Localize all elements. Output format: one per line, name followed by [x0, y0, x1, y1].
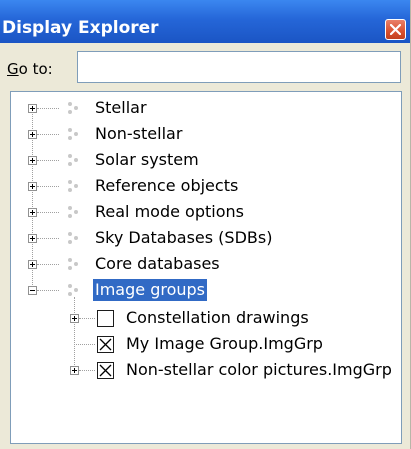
- star-cluster-icon: [68, 284, 78, 296]
- tree-item-label[interactable]: Sky Databases (SDBs): [93, 227, 274, 249]
- tree-item-stellar[interactable]: Stellar: [11, 95, 401, 121]
- star-cluster-icon: [68, 258, 78, 270]
- title-bar[interactable]: Display Explorer: [0, 0, 410, 43]
- expand-button[interactable]: [28, 130, 37, 139]
- visibility-checkbox[interactable]: [97, 362, 114, 379]
- tree-item-image-groups[interactable]: Image groups: [11, 277, 401, 303]
- tree-item-label[interactable]: Image groups: [93, 279, 207, 301]
- tree-item-solar-system[interactable]: Solar system: [11, 147, 401, 173]
- plus-box-icon: [30, 106, 35, 111]
- close-icon: [390, 24, 401, 35]
- expand-button[interactable]: [28, 182, 37, 191]
- plus-box-icon: [72, 316, 77, 321]
- tree-child-label[interactable]: Constellation drawings: [124, 307, 311, 329]
- checkmark-x-icon: [99, 364, 112, 377]
- tree-child-label[interactable]: My Image Group.ImgGrp: [124, 333, 325, 355]
- window-title: Display Explorer: [2, 18, 159, 38]
- goto-input[interactable]: [77, 51, 401, 83]
- tree-item-label[interactable]: Core databases: [93, 253, 222, 275]
- tree-child-my-image-group[interactable]: My Image Group.ImgGrp: [11, 331, 401, 357]
- star-cluster-icon: [68, 154, 78, 166]
- visibility-checkbox[interactable]: [97, 310, 114, 327]
- expand-button[interactable]: [28, 156, 37, 165]
- tree-child-label[interactable]: Non-stellar color pictures.ImgGrp: [124, 359, 394, 381]
- star-cluster-icon: [68, 128, 78, 140]
- star-cluster-icon: [68, 102, 78, 114]
- expand-button[interactable]: [70, 366, 79, 375]
- tree-item-label[interactable]: Reference objects: [93, 175, 240, 197]
- star-cluster-icon: [68, 232, 78, 244]
- tree-item-reference-objects[interactable]: Reference objects: [11, 173, 401, 199]
- tree-item-label[interactable]: Solar system: [93, 149, 201, 171]
- plus-box-icon: [72, 368, 77, 373]
- tree-child-constellation-drawings[interactable]: Constellation drawings: [11, 305, 401, 331]
- tree-item-label[interactable]: Non-stellar: [93, 123, 184, 145]
- tree-item-real-mode-options[interactable]: Real mode options: [11, 199, 401, 225]
- goto-label: Go to:: [7, 60, 53, 78]
- tree-item-label[interactable]: Stellar: [93, 97, 149, 119]
- expand-button[interactable]: [28, 208, 37, 217]
- tree-item-core-databases[interactable]: Core databases: [11, 251, 401, 277]
- collapse-button[interactable]: [28, 286, 37, 295]
- checkmark-x-icon: [99, 338, 112, 351]
- expand-button[interactable]: [28, 104, 37, 113]
- minus-box-icon: [30, 290, 35, 291]
- star-cluster-icon: [68, 206, 78, 218]
- tree-item-non-stellar[interactable]: Non-stellar: [11, 121, 401, 147]
- plus-box-icon: [30, 132, 35, 137]
- plus-box-icon: [30, 236, 35, 241]
- tree-item-label[interactable]: Real mode options: [93, 201, 246, 223]
- tree-view[interactable]: Stellar Non-stellar Solar system Referen…: [10, 91, 402, 444]
- tree-child-non-stellar-pictures[interactable]: Non-stellar color pictures.ImgGrp: [11, 357, 401, 383]
- plus-box-icon: [30, 210, 35, 215]
- plus-box-icon: [30, 184, 35, 189]
- expand-button[interactable]: [28, 260, 37, 269]
- plus-box-icon: [30, 158, 35, 163]
- display-explorer-window: Display Explorer Go to: Stellar Non-stel…: [0, 0, 411, 449]
- plus-box-icon: [30, 262, 35, 267]
- visibility-checkbox[interactable]: [97, 336, 114, 353]
- tree-item-sky-databases[interactable]: Sky Databases (SDBs): [11, 225, 401, 251]
- star-cluster-icon: [68, 180, 78, 192]
- expand-button[interactable]: [70, 314, 79, 323]
- expand-button[interactable]: [28, 234, 37, 243]
- close-button[interactable]: [385, 19, 406, 40]
